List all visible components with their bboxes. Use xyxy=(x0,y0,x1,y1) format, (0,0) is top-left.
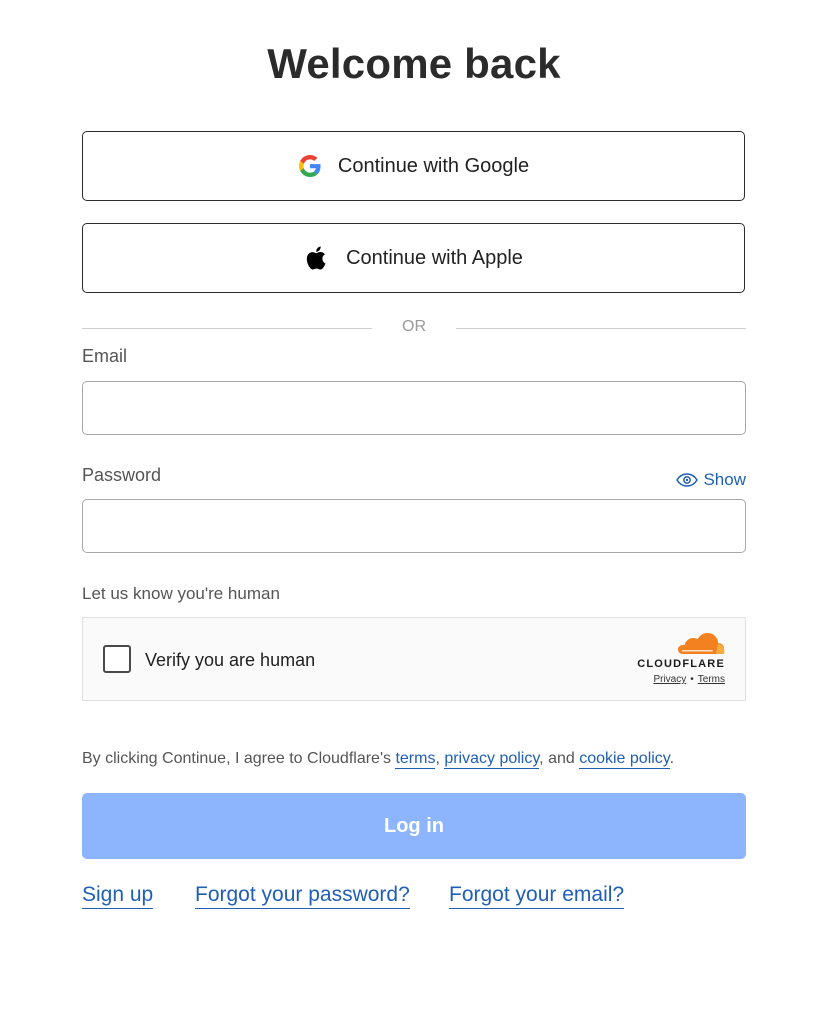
agreement-suffix: . xyxy=(669,750,675,767)
link-separator: • xyxy=(690,674,694,685)
email-label: Email xyxy=(82,346,128,366)
divider-or-text: OR xyxy=(402,318,426,335)
continue-with-google-button[interactable]: Continue with Google xyxy=(82,131,745,201)
forgot-password-link[interactable]: Forgot your password? xyxy=(195,883,410,909)
divider-line-left xyxy=(82,328,372,329)
cloudflare-privacy-link[interactable]: Privacy xyxy=(653,674,686,685)
verify-human-label: Verify you are human xyxy=(145,650,316,670)
cloudflare-cloud-icon xyxy=(678,633,725,654)
cloudflare-links: Privacy • Terms xyxy=(653,674,725,685)
show-password-toggle[interactable]: Show xyxy=(676,470,746,490)
cloudflare-terms-link[interactable]: Terms xyxy=(698,674,725,685)
continue-with-apple-button[interactable]: Continue with Apple xyxy=(82,223,745,293)
password-label: Password xyxy=(82,465,162,485)
apple-button-label: Continue with Apple xyxy=(346,246,523,269)
privacy-policy-link[interactable]: privacy policy xyxy=(444,750,540,769)
cloudflare-wordmark: CLOUDFLARE xyxy=(637,658,725,670)
captcha-section-label: Let us know you're human xyxy=(82,584,280,603)
agreement-sep1: , xyxy=(435,750,445,767)
login-page: Welcome back Continue with Google Contin… xyxy=(0,0,832,1024)
or-divider: OR xyxy=(82,318,746,340)
google-g-icon xyxy=(298,154,322,178)
agreement-prefix: By clicking Continue, I agree to Cloudfl… xyxy=(82,750,396,767)
divider-line-right xyxy=(456,328,746,329)
password-field[interactable] xyxy=(82,499,746,553)
email-field[interactable] xyxy=(82,381,746,435)
sign-up-link[interactable]: Sign up xyxy=(82,883,154,909)
terms-agreement-text: By clicking Continue, I agree to Cloudfl… xyxy=(82,750,675,769)
show-password-label: Show xyxy=(703,470,746,489)
cookie-policy-link[interactable]: cookie policy xyxy=(579,750,670,769)
apple-logo-icon xyxy=(304,246,328,270)
forgot-email-link[interactable]: Forgot your email? xyxy=(449,883,625,909)
google-button-label: Continue with Google xyxy=(337,154,530,177)
log-in-button[interactable]: Log in xyxy=(82,793,746,859)
cloudflare-turnstile-widget: Verify you are human CLOUDFLARE Privacy •… xyxy=(82,617,746,701)
page-title: Welcome back xyxy=(267,40,561,87)
terms-link[interactable]: terms xyxy=(395,750,436,769)
cloudflare-logo: CLOUDFLARE Privacy • Terms xyxy=(629,632,725,694)
verify-human-checkbox[interactable] xyxy=(103,645,131,673)
agreement-sep2: , and xyxy=(539,750,580,767)
eye-icon xyxy=(676,473,699,487)
